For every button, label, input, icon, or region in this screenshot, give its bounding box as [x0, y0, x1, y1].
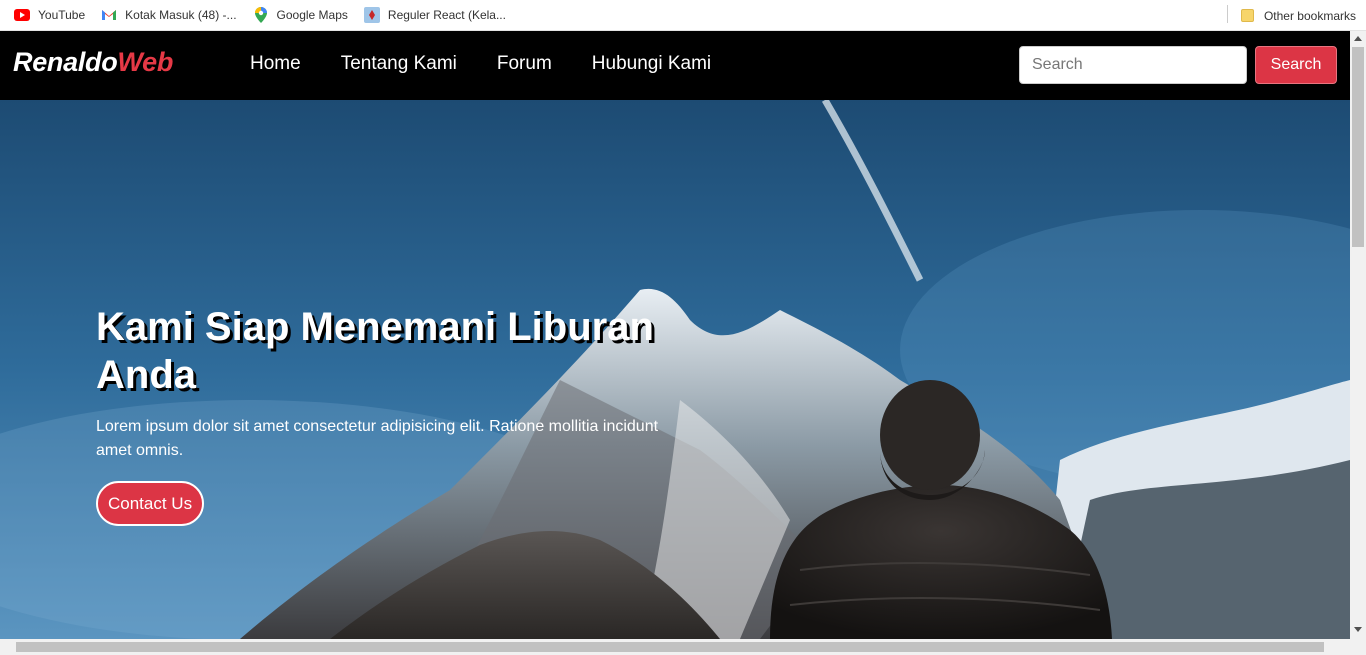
other-bookmarks[interactable]: Other bookmarks	[1240, 0, 1356, 31]
scroll-down-arrow-icon[interactable]	[1354, 627, 1362, 632]
navbar: RenaldoWeb Home Tentang Kami Forum Hubun…	[0, 31, 1350, 100]
nav-hubungi-kami[interactable]: Hubungi Kami	[592, 53, 711, 75]
bookmark-label: YouTube	[38, 8, 86, 22]
search-input[interactable]	[1019, 46, 1247, 84]
react-course-icon	[363, 7, 380, 23]
nav-tentang-kami[interactable]: Tentang Kami	[341, 53, 457, 75]
bookmark-youtube[interactable]: YouTube	[14, 7, 85, 23]
vertical-scroll-thumb[interactable]	[1352, 47, 1364, 247]
horizontal-scroll-thumb[interactable]	[16, 642, 1324, 652]
horizontal-scrollbar[interactable]	[0, 639, 1366, 655]
bookmark-label: Reguler React (Kela...	[387, 8, 506, 22]
bookmark-label: Kotak Masuk (48) -...	[125, 8, 237, 22]
youtube-icon	[14, 7, 30, 23]
nav-links: Home Tentang Kami Forum Hubungi Kami	[250, 53, 711, 75]
hero-content: Kami Siap Menemani Liburan Anda Lorem ip…	[96, 303, 716, 526]
other-bookmarks-label: Other bookmarks	[1263, 8, 1356, 23]
nav-forum[interactable]: Forum	[497, 53, 552, 75]
hero-section: Kami Siap Menemani Liburan Anda Lorem ip…	[0, 100, 1350, 639]
brand-part2: Web	[117, 47, 174, 77]
vertical-scrollbar[interactable]	[1350, 31, 1366, 639]
bookmark-reguler-react[interactable]: Reguler React (Kela...	[363, 7, 506, 23]
bookmark-google-maps[interactable]: Google Maps	[253, 7, 348, 23]
brand-part1: Renaldo	[13, 47, 118, 77]
hero-description: Lorem ipsum dolor sit amet consectetur a…	[96, 418, 659, 459]
brand-logo[interactable]: RenaldoWeb	[13, 47, 173, 78]
hero-title: Kami Siap Menemani Liburan Anda	[96, 305, 654, 397]
bookmark-gmail[interactable]: Kotak Masuk (48) -...	[101, 7, 237, 23]
gmail-icon	[101, 7, 117, 23]
nav-home[interactable]: Home	[250, 53, 301, 75]
bookmark-label: Google Maps	[276, 8, 348, 22]
scroll-up-arrow-icon[interactable]	[1354, 36, 1362, 41]
contact-us-button[interactable]: Contact Us	[96, 481, 205, 526]
bookmarks-bar: YouTube Kotak Masuk (48) -... Google Map…	[0, 0, 1366, 31]
maps-pin-icon	[253, 7, 269, 23]
search-button[interactable]: Search	[1255, 46, 1337, 84]
bookmarks-separator	[1227, 5, 1228, 23]
folder-icon	[1240, 9, 1254, 22]
